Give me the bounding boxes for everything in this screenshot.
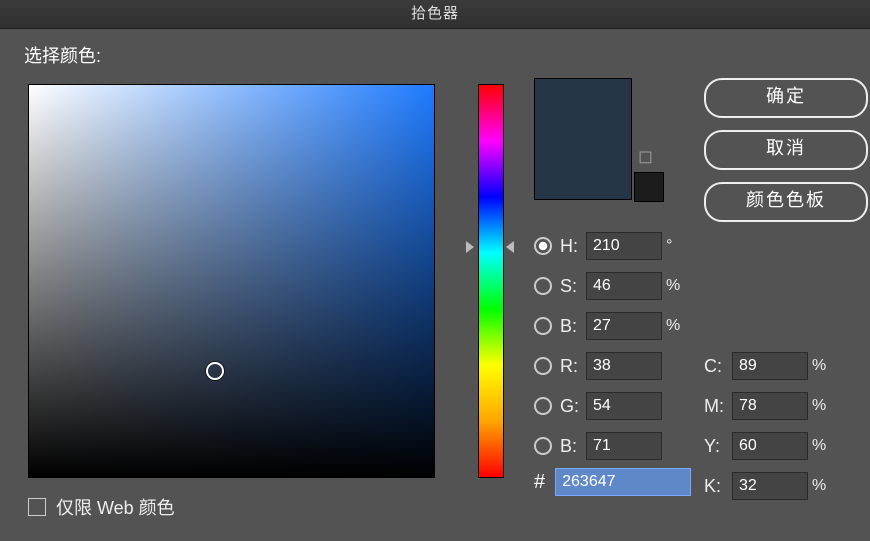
unit-h: ° [662, 237, 690, 255]
input-m[interactable]: 78 [732, 392, 808, 420]
label-h: H: [560, 236, 586, 257]
input-y[interactable]: 60 [732, 432, 808, 460]
row-y: Y: 60 % [704, 428, 836, 464]
row-k: K: 32 % [704, 468, 836, 504]
color-preview-old[interactable] [634, 172, 664, 202]
window-title: 拾色器 [411, 5, 459, 22]
row-g: G: 54 [534, 388, 690, 424]
unit-k: % [808, 477, 836, 495]
swatches-button[interactable]: 颜色色板 [704, 182, 868, 222]
input-b-hsb[interactable]: 27 [586, 312, 662, 340]
label-b-hsb: B: [560, 316, 586, 337]
radio-b-rgb[interactable] [534, 437, 552, 455]
cancel-button[interactable]: 取消 [704, 130, 868, 170]
window-titlebar: 拾色器 [0, 0, 870, 29]
color-preview-new [534, 78, 632, 200]
hue-bar[interactable] [478, 84, 504, 478]
saturation-value-field[interactable] [28, 84, 435, 478]
input-g[interactable]: 54 [586, 392, 662, 420]
label-s: S: [560, 276, 586, 297]
cube-icon[interactable]: ◻ [638, 146, 653, 167]
web-only-row: 仅限 Web 颜色 [28, 494, 175, 520]
radio-b-hsb[interactable] [534, 317, 552, 335]
unit-y: % [808, 437, 836, 455]
web-only-checkbox[interactable] [28, 498, 46, 516]
row-c: C: 89 % [704, 348, 836, 384]
row-b-rgb: B: 71 [534, 428, 690, 464]
web-only-label: 仅限 Web 颜色 [56, 494, 175, 520]
row-m: M: 78 % [704, 388, 836, 424]
hue-slider[interactable] [472, 84, 508, 476]
unit-m: % [808, 397, 836, 415]
action-buttons: 确定 取消 颜色色板 [704, 78, 868, 234]
unit-c: % [808, 357, 836, 375]
row-hex: # 263647 [534, 468, 691, 496]
row-r: R: 38 [534, 348, 690, 384]
left-numeric-column: H: 210 ° S: 46 % B: 27 % R: 38 [534, 228, 690, 468]
sv-cursor[interactable] [206, 362, 224, 380]
label-k: K: [704, 476, 732, 497]
label-b-rgb: B: [560, 436, 586, 457]
hue-thumb-left-icon [466, 241, 474, 253]
row-h: H: 210 ° [534, 228, 690, 264]
workarea: ◻ 确定 取消 颜色色板 H: 210 ° S: 46 % B: 2 [24, 78, 846, 518]
hue-thumb-right-icon [506, 241, 514, 253]
dialog-body: 选择颜色: ◻ 确定 取消 颜色色板 H: 210 [0, 28, 870, 541]
input-r[interactable]: 38 [586, 352, 662, 380]
row-s: S: 46 % [534, 268, 690, 304]
input-h[interactable]: 210 [586, 232, 662, 260]
radio-r[interactable] [534, 357, 552, 375]
ok-button[interactable]: 确定 [704, 78, 868, 118]
right-numeric-column: C: 89 % M: 78 % Y: 60 % K: 32 % [704, 348, 836, 508]
unit-b-hsb: % [662, 317, 690, 335]
label-c: C: [704, 356, 732, 377]
input-k[interactable]: 32 [732, 472, 808, 500]
radio-g[interactable] [534, 397, 552, 415]
input-s[interactable]: 46 [586, 272, 662, 300]
label-r: R: [560, 356, 586, 377]
row-b-hsb: B: 27 % [534, 308, 690, 344]
input-hex[interactable]: 263647 [555, 468, 691, 496]
label-g: G: [560, 396, 586, 417]
unit-s: % [662, 277, 690, 295]
label-y: Y: [704, 436, 732, 457]
select-color-label: 选择颜色: [24, 42, 846, 68]
input-c[interactable]: 89 [732, 352, 808, 380]
radio-s[interactable] [534, 277, 552, 295]
label-m: M: [704, 396, 732, 417]
input-b-rgb[interactable]: 71 [586, 432, 662, 460]
sv-black-gradient [29, 85, 434, 477]
radio-h[interactable] [534, 237, 552, 255]
label-hex: # [534, 471, 545, 494]
